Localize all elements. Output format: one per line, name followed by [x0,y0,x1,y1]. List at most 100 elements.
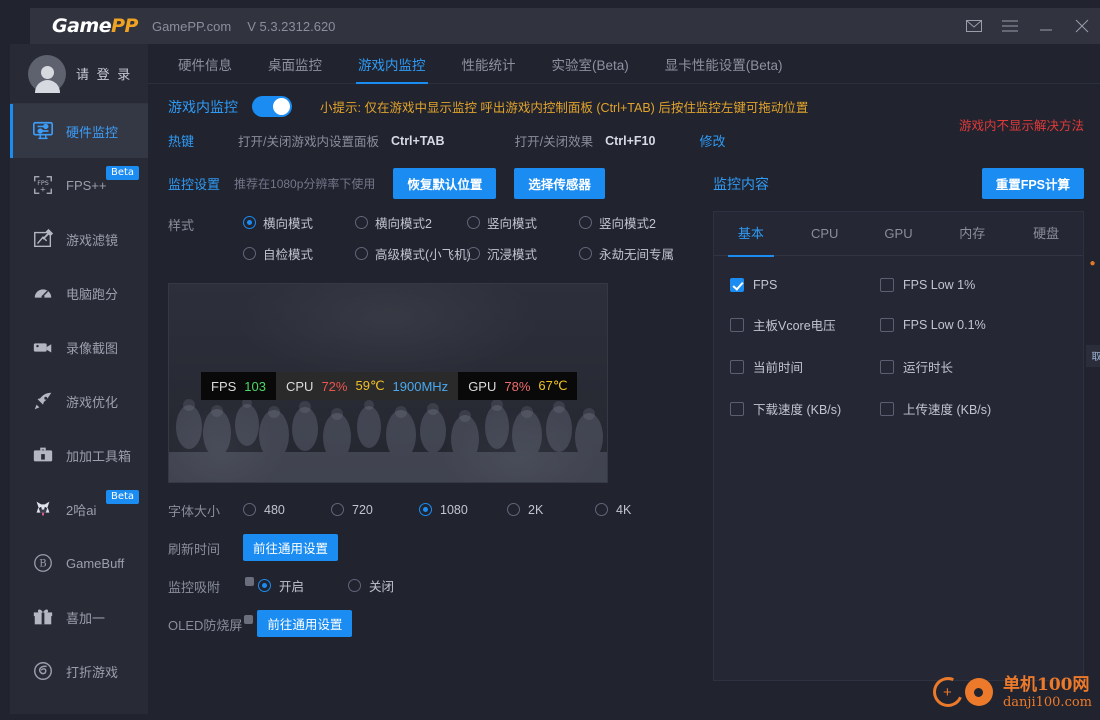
checkbox-box [730,359,744,374]
edge-side-tab[interactable]: 取 [1086,345,1100,367]
sidebar-item-recording[interactable]: 录像截图 [10,320,148,374]
window-controls [956,8,1100,44]
radio-dot [258,579,271,592]
beta-badge: Beta [106,490,140,504]
tab-hardware-info[interactable]: 硬件信息 [160,44,250,84]
modify-hotkey-link[interactable]: 修改 [699,131,725,150]
info-icon[interactable] [245,577,254,586]
hardware-monitor-icon [30,118,56,144]
style-option-label: 沉浸模式 [487,248,538,262]
sidebar-item-fps-plus[interactable]: FPS + FPS++ Beta [10,158,148,212]
checkbox-box [880,278,894,292]
overlay-fps-segment: FPS 103 [201,372,276,400]
style-option-naraka[interactable]: 永劫无间专属 [579,244,691,263]
sidebar-item-gamebuff[interactable]: B GameBuff [10,536,148,590]
tab-gpu-perf[interactable]: 显卡性能设置(Beta) [647,44,801,84]
monitor-tab-disk[interactable]: 硬盘 [1009,212,1083,256]
checkbox-label: FPS Low 0.1% [903,317,986,332]
oled-goto-general-settings-button[interactable]: 前往通用设置 [257,610,353,637]
sidebar-item-benchmark[interactable]: 电脑跑分 [10,266,148,320]
overlay-cpu-label: CPU [286,378,314,394]
overlay-widget[interactable]: FPS 103 CPU 72% 59℃ 1900MHz GPU 78% 67℃ [201,372,578,400]
tab-desktop-monitor[interactable]: 桌面监控 [250,44,340,84]
style-option-label: 永劫无间专属 [599,248,675,262]
style-label: 样式 [168,218,195,233]
font-size-option-4k[interactable]: 4K [595,503,683,517]
font-size-option-480[interactable]: 480 [243,503,331,517]
style-option-vertical-2[interactable]: 竖向模式2 [579,213,691,232]
font-size-option-2k[interactable]: 2K [507,503,595,517]
snap-option-off[interactable]: 关闭 [348,576,438,595]
font-size-option-720[interactable]: 720 [331,503,419,517]
tab-bar: 硬件信息 桌面监控 游戏内监控 性能统计 实验室(Beta) 显卡性能设置(Be… [148,44,1100,84]
hotkey-title: 热键 [168,134,195,149]
style-option-immersive[interactable]: 沉浸模式 [467,244,579,263]
sidebar: 请 登 录 硬件监控 FPS + FPS++ Beta 游戏滤镜 电脑跑分 录像… [10,44,148,714]
close-icon[interactable] [1064,8,1100,44]
radio-dot [507,503,520,516]
radio-dot [467,247,480,260]
overlay-fps-value: 103 [244,378,266,394]
monitor-tab-memory[interactable]: 内存 [935,212,1009,256]
checkbox-label: FPS Low 1% [903,278,976,292]
tab-ingame-monitor[interactable]: 游戏内监控 [340,44,444,84]
sidebar-item-toolbox[interactable]: 加加工具箱 [10,428,148,482]
sidebar-item-label: FPS++ [66,177,107,193]
menu-icon[interactable] [992,8,1028,44]
checkbox-runtime[interactable]: 运行时长 [880,357,1030,376]
checkbox-box [730,278,744,292]
monitor-settings-title: 监控设置 [168,177,221,192]
restore-default-position-button[interactable]: 恢复默认位置 [393,168,497,199]
sidebar-item-game-optimize[interactable]: 游戏优化 [10,374,148,428]
checkbox-current-time[interactable]: 当前时间 [730,357,880,376]
snap-option-on[interactable]: 开启 [258,576,348,595]
checkbox-fps-low-01[interactable]: FPS Low 0.1% [880,315,1030,334]
overlay-gpu-label: GPU [468,378,497,394]
profile-login[interactable]: 请 登 录 [10,44,148,104]
discount-icon [30,658,56,684]
tab-perf-stats[interactable]: 性能统计 [444,44,534,84]
checkbox-upload-speed[interactable]: 上传速度 (KB/s) [880,399,1030,418]
logo-pp-text: PP [111,15,138,37]
sidebar-item-free-games[interactable]: 喜加一 [10,590,148,644]
checkbox-fps[interactable]: FPS [730,278,880,292]
checkbox-download-speed[interactable]: 下载速度 (KB/s) [730,399,880,418]
ingame-monitor-switch[interactable] [252,96,292,117]
monitor-content-panel: 基本 CPU GPU 内存 硬盘 FPS FPS Low 1% 主板Vcore电… [713,211,1084,681]
minimize-icon[interactable] [1028,8,1064,44]
style-option-selfcheck[interactable]: 自检模式 [243,244,355,263]
mail-icon[interactable] [956,8,992,44]
sidebar-item-hardware-monitor[interactable]: 硬件监控 [10,104,148,158]
logo-game-text: Game [52,15,112,37]
style-option-vertical[interactable]: 竖向模式 [467,213,579,232]
troubleshoot-link[interactable]: 游戏内不显示解决方法 [959,115,1084,134]
font-size-option-label: 480 [264,502,285,517]
style-option-horizontal-2[interactable]: 横向模式2 [355,213,467,232]
tab-lab[interactable]: 实验室(Beta) [534,44,647,84]
watermark-site-name: 单机100网 [1002,675,1090,695]
sidebar-item-discount-games[interactable]: 打折游戏 [10,644,148,698]
sidebar-item-game-filter[interactable]: 游戏滤镜 [10,212,148,266]
monitor-tab-cpu[interactable]: CPU [788,212,862,256]
monitor-content-tabs: 基本 CPU GPU 内存 硬盘 [714,212,1083,257]
monitor-tab-gpu[interactable]: GPU [862,212,936,256]
husky-icon [30,496,56,522]
reset-fps-calc-button[interactable]: 重置FPS计算 [981,168,1084,199]
sidebar-item-husky-ai[interactable]: 2哈ai Beta [10,482,148,536]
hotkey-2-key: Ctrl+F10 [605,133,656,148]
monitor-tab-basic[interactable]: 基本 [714,212,788,257]
overlay-preview[interactable]: FPS 103 CPU 72% 59℃ 1900MHz GPU 78% 67℃ [168,283,608,483]
radio-dot [243,247,256,260]
monitor-checkbox-grid: FPS FPS Low 1% 主板Vcore电压 FPS Low 0.1% 当前… [714,256,1083,441]
app-version: V 5.3.2312.620 [247,18,336,34]
login-label: 请 登 录 [76,67,133,82]
refresh-goto-general-settings-button[interactable]: 前往通用设置 [243,534,339,561]
site-name: GamePP.com [151,18,232,34]
checkbox-fps-low-1[interactable]: FPS Low 1% [880,278,1030,292]
select-sensor-button[interactable]: 选择传感器 [514,168,605,199]
info-icon[interactable] [244,615,254,624]
style-option-advanced[interactable]: 高级模式(小飞机) [355,244,471,263]
font-size-option-1080[interactable]: 1080 [419,503,507,517]
checkbox-vcore-voltage[interactable]: 主板Vcore电压 [730,315,880,334]
style-option-horizontal[interactable]: 横向模式 [243,213,355,232]
